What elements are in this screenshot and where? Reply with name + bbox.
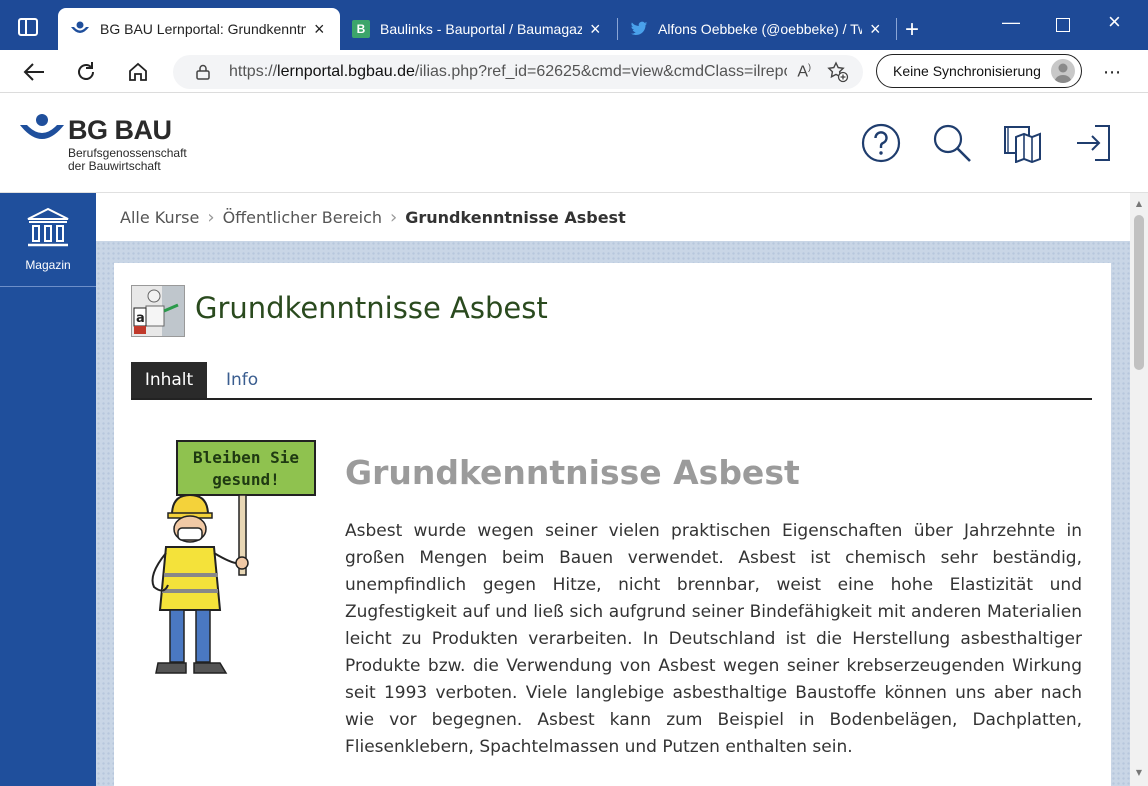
tab-divider: [896, 18, 897, 40]
lock-icon: [196, 64, 210, 80]
content-tabs: Inhalt Info: [131, 362, 1092, 400]
avatar: [1051, 59, 1075, 83]
content-paragraph: Asbest wurde wegen seiner vielen praktis…: [345, 521, 1082, 757]
scroll-down-icon[interactable]: ▼: [1134, 768, 1144, 777]
bgbau-logo[interactable]: BG BAU Berufsgenossenschaft der Bauwirts…: [20, 111, 220, 181]
left-navigation: Magazin: [0, 193, 96, 786]
breadcrumb: Alle Kurse › Öffentlicher Bereich › Grun…: [96, 193, 1130, 241]
tab-title: Baulinks - Bauportal / Baumagazin: [380, 21, 582, 37]
sidebar-item-label: Magazin: [25, 258, 71, 272]
sign-text: gesund!: [212, 470, 279, 489]
reload-button[interactable]: [72, 58, 100, 86]
minimize-button[interactable]: —: [1002, 12, 1020, 33]
close-icon[interactable]: ×: [870, 19, 884, 40]
more-options-button[interactable]: ⋯: [1103, 62, 1122, 83]
browser-toolbar: https://lernportal.bgbau.de/ilias.php?re…: [0, 50, 1148, 93]
tab-title: Alfons Oebbeke (@oebbeke) / Twitter: [658, 21, 862, 37]
tab-inhalt[interactable]: Inhalt: [131, 362, 207, 398]
bgbau-favicon-icon: [71, 21, 89, 33]
breadcrumb-link[interactable]: Alle Kurse: [120, 208, 199, 227]
sign-text: Bleiben Sie: [193, 448, 299, 467]
twitter-favicon-icon: [630, 21, 648, 36]
chevron-right-icon: ›: [390, 206, 398, 228]
scroll-up-icon[interactable]: ▲: [1134, 199, 1144, 208]
tab-twitter[interactable]: Alfons Oebbeke (@oebbeke) / Twitter ×: [618, 8, 896, 50]
logo-name: BG BAU: [68, 115, 172, 145]
tab-bgbau[interactable]: BG BAU Lernportal: Grundkenntnisse Asbes…: [58, 8, 340, 50]
course-card: a Grundkenntnisse Asbest Inhalt Info Ble…: [114, 263, 1111, 786]
search-icon[interactable]: [932, 123, 972, 163]
chevron-right-icon: ›: [207, 206, 215, 228]
site-header: BG BAU Berufsgenossenschaft der Bauwirts…: [0, 93, 1148, 193]
sidebar-item-magazin[interactable]: Magazin: [0, 193, 96, 287]
login-icon[interactable]: [1075, 123, 1115, 163]
read-aloud-icon[interactable]: A): [797, 62, 811, 81]
sync-button[interactable]: Keine Synchronisierung: [876, 54, 1082, 88]
main-content: Alle Kurse › Öffentlicher Bereich › Grun…: [96, 193, 1130, 786]
library-icon: [27, 207, 69, 247]
breadcrumb-current: Grundkenntnisse Asbest: [405, 207, 626, 227]
course-thumbnail: a: [131, 285, 185, 337]
tab-info[interactable]: Info: [226, 362, 258, 398]
address-bar[interactable]: https://lernportal.bgbau.de/ilias.php?re…: [173, 55, 863, 89]
tab-title: BG BAU Lernportal: Grundkenntnisse Asbes…: [100, 21, 306, 37]
page-title: Grundkenntnisse Asbest: [195, 291, 548, 325]
svg-text:a: a: [136, 311, 145, 326]
sync-label: Keine Synchronisierung: [893, 63, 1041, 79]
home-icon: [129, 62, 147, 81]
scrollbar-thumb[interactable]: [1134, 215, 1144, 370]
help-icon[interactable]: [861, 123, 901, 163]
arrow-left-icon: [23, 63, 44, 81]
map-icon[interactable]: [1002, 123, 1042, 163]
close-icon[interactable]: ×: [314, 19, 328, 40]
content-heading: Grundkenntnisse Asbest: [345, 453, 800, 492]
new-tab-button[interactable]: +: [905, 16, 919, 44]
home-button[interactable]: [124, 58, 152, 86]
baulinks-favicon-icon: B: [352, 20, 370, 38]
maximize-button[interactable]: [1056, 18, 1070, 32]
worker-illustration: Bleiben Sie gesund!: [151, 440, 316, 674]
close-icon[interactable]: ×: [590, 19, 604, 40]
window-close-button[interactable]: ×: [1108, 9, 1121, 35]
url-text: https://lernportal.bgbau.de/ilias.php?re…: [229, 63, 787, 80]
breadcrumb-link[interactable]: Öffentlicher Bereich: [223, 208, 382, 227]
bgbau-logo-icon: [20, 114, 64, 139]
tab-baulinks[interactable]: B Baulinks - Bauportal / Baumagazin ×: [340, 8, 616, 50]
logo-subtitle: Berufsgenossenschaft der Bauwirtschaft: [68, 146, 187, 173]
page-scrollbar[interactable]: ▲ ▼: [1130, 193, 1148, 786]
back-button[interactable]: [20, 58, 48, 86]
tab-actions-icon[interactable]: [18, 18, 38, 36]
favorite-add-icon[interactable]: [827, 61, 849, 83]
reload-icon: [78, 62, 94, 80]
browser-tab-bar: BG BAU Lernportal: Grundkenntnisse Asbes…: [0, 0, 1148, 50]
